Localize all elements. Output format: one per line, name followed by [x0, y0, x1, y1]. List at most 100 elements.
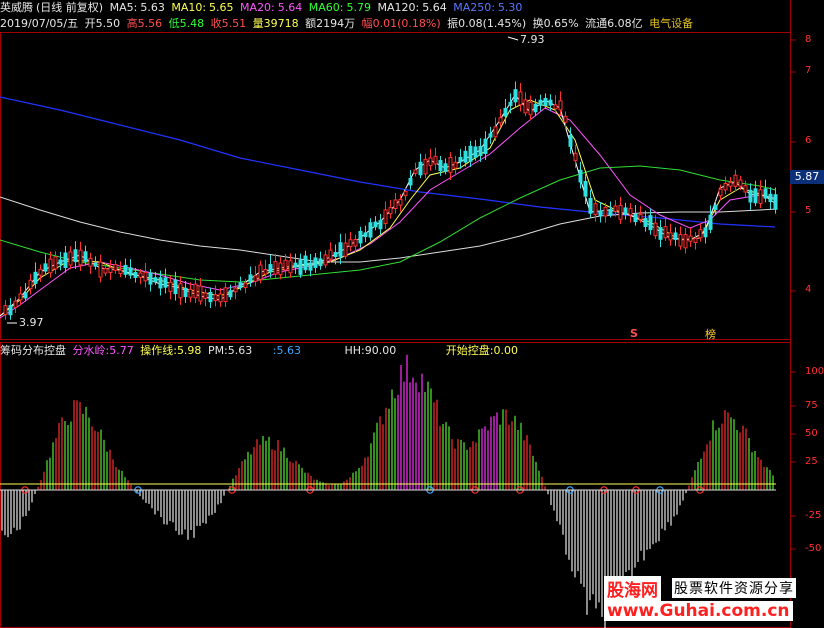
hh-label: HH:	[344, 344, 365, 357]
candle	[768, 187, 773, 210]
candle	[123, 258, 128, 278]
sector-label[interactable]: 电气设备	[649, 17, 693, 30]
candle	[273, 254, 278, 278]
candle	[58, 251, 63, 271]
candle	[118, 261, 123, 278]
quote-bar: 2019/07/05/五 开5.50 高5.56 低5.48 收5.51 量39…	[0, 16, 696, 32]
indicator-axis-label: 100	[805, 366, 824, 377]
candle	[723, 176, 728, 195]
candle	[168, 275, 173, 300]
bang-event-mark[interactable]: 榜	[705, 326, 716, 342]
ma120-label: MA120:	[377, 1, 420, 14]
open-label: 开	[84, 17, 96, 30]
candle	[393, 193, 398, 214]
header-bar: 英威腾 (日线 前复权) MA5: 5.63 MA10: 5.65 MA20: 5.64…	[0, 0, 525, 16]
candle	[268, 255, 273, 278]
candle	[698, 223, 703, 242]
candle	[633, 205, 638, 226]
pm-label: PM:	[207, 344, 228, 357]
indicator-axis-label: 25	[805, 456, 818, 467]
kaishi-label: 开始控盘:	[445, 344, 494, 357]
chart-mode[interactable]: (日线 前复权)	[36, 1, 103, 14]
candle	[278, 257, 283, 280]
candle	[363, 225, 368, 243]
close-value: 5.51	[221, 17, 247, 30]
change-value: 0.01(0.18%)	[372, 17, 441, 30]
price-axis-label: 4	[805, 284, 812, 295]
ma20-value: 5.64	[277, 1, 303, 14]
indicator-axis-label: -50	[805, 543, 822, 554]
candle	[428, 148, 433, 171]
candle	[453, 155, 458, 176]
candle	[28, 273, 33, 295]
chart-canvas[interactable]	[0, 0, 824, 628]
candle	[183, 280, 188, 303]
candle	[53, 251, 58, 275]
ma60-label: MA60:	[308, 1, 344, 14]
candle	[178, 275, 183, 305]
candle	[628, 203, 633, 223]
candle	[293, 253, 298, 274]
open-value: 5.50	[95, 17, 121, 30]
candle	[668, 223, 673, 246]
candle	[3, 300, 8, 320]
candle	[593, 198, 598, 222]
low-label: 低	[168, 17, 180, 30]
candle	[323, 250, 328, 268]
volume-value: 39718	[263, 17, 299, 30]
fenshuiling-value: 5.77	[109, 344, 134, 357]
high-value: 5.56	[137, 17, 163, 30]
stock-chart-window[interactable]: 英威腾 (日线 前复权) MA5: 5.63 MA10: 5.65 MA20: 5.64…	[0, 0, 824, 628]
candle	[38, 264, 43, 283]
candle	[193, 277, 198, 304]
stock-name[interactable]: 英威腾	[0, 1, 33, 14]
candle	[388, 199, 393, 219]
candle	[308, 254, 313, 277]
candle	[218, 287, 223, 307]
candle	[553, 95, 558, 114]
fenshuiling-label: 分水岭:	[72, 344, 110, 357]
candle	[473, 140, 478, 161]
extra-value: :5.63	[272, 344, 301, 357]
candle	[458, 148, 463, 169]
candle	[673, 227, 678, 246]
candle	[588, 189, 593, 218]
candle	[93, 256, 98, 270]
candle	[128, 259, 133, 279]
s-event-mark[interactable]: S	[630, 327, 638, 340]
price-axis-label: 8	[805, 34, 812, 45]
pm-value: 5.63	[227, 344, 253, 357]
candle	[68, 246, 73, 270]
indicator-name[interactable]: 筹码分布控盘	[0, 344, 66, 357]
candle	[63, 246, 68, 273]
caozuoxian-label: 操作线:	[140, 344, 177, 357]
candle	[113, 260, 118, 274]
candlesticks	[3, 81, 778, 320]
candle	[78, 241, 83, 272]
candle	[653, 214, 658, 240]
candle	[643, 210, 648, 232]
candle	[433, 147, 438, 170]
candle	[143, 262, 148, 288]
candle	[333, 244, 338, 265]
candle	[513, 81, 518, 108]
amount-value: 2194万	[316, 17, 356, 30]
candle	[233, 280, 238, 300]
candle	[663, 218, 668, 241]
candle	[448, 152, 453, 181]
quote-date: 2019/07/05/五	[0, 17, 79, 30]
candle	[43, 254, 48, 276]
amplitude-label: 振	[447, 17, 459, 30]
candle	[658, 219, 663, 248]
candle	[498, 108, 503, 128]
watermark-site-name: 股海网	[604, 576, 661, 601]
peak-price-label: 7.93	[520, 33, 545, 46]
trough-price-label: 3.97	[19, 316, 44, 329]
candle	[493, 117, 498, 141]
candle	[88, 252, 93, 274]
candle	[693, 231, 698, 250]
candle	[8, 298, 13, 320]
candle	[338, 233, 343, 265]
candle	[763, 179, 768, 203]
candle	[203, 288, 208, 307]
